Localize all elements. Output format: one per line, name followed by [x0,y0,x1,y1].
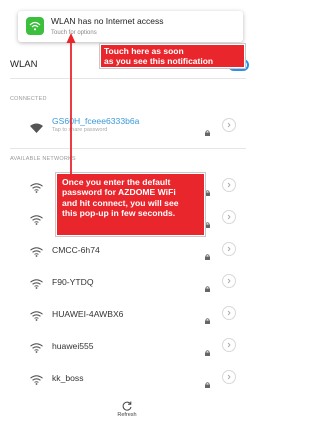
refresh-label: Refresh [117,412,137,418]
pointer-arrow [66,33,76,174]
refresh-button[interactable]: Refresh [112,399,142,423]
